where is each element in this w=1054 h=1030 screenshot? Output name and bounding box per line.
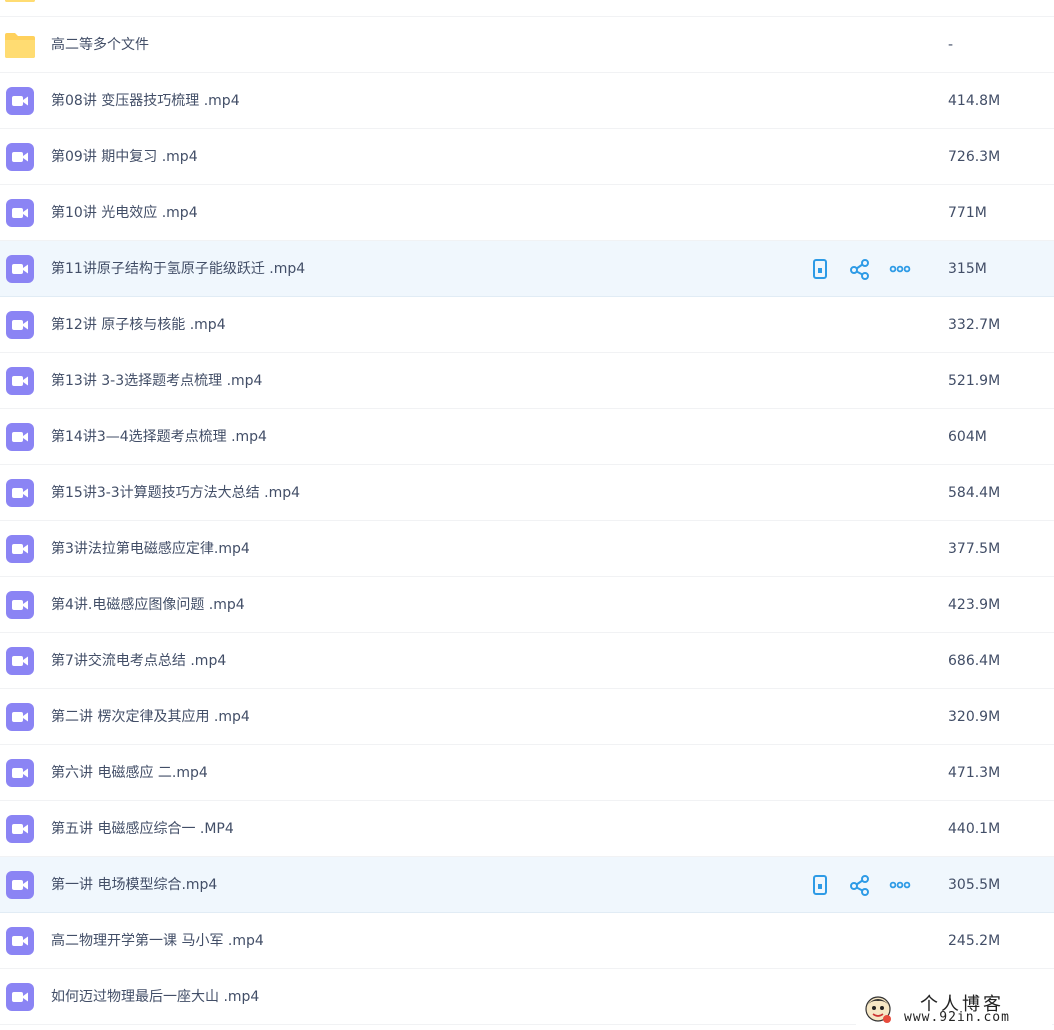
file-row[interactable]: 第13讲 3-3选择题考点梳理 .mp4 521.9M <box>0 353 1054 409</box>
file-name[interactable]: 第五讲 电磁感应综合一 .MP4 <box>51 801 234 857</box>
file-name[interactable]: 高二等多个文件 <box>51 17 149 73</box>
video-file-icon <box>6 535 34 563</box>
video-file-icon <box>6 255 34 283</box>
file-size: 584.4M <box>948 485 1001 501</box>
file-size: 245.2M <box>948 933 1001 949</box>
file-name[interactable]: 高二物理开学第一课 马小军 .mp4 <box>51 913 264 969</box>
row-actions <box>808 873 928 897</box>
file-name[interactable]: 第7讲交流电考点总结 .mp4 <box>51 633 226 689</box>
file-row[interactable]: 第3讲法拉第电磁感应定律.mp4 377.5M <box>0 521 1054 577</box>
file-name[interactable]: 第一讲 电场模型综合.mp4 <box>51 857 217 913</box>
watermark: 个人博客 www.92in.com <box>856 990 1052 1028</box>
video-file-icon <box>6 367 34 395</box>
video-file-icon <box>6 983 34 1011</box>
video-file-icon <box>6 423 34 451</box>
video-file-icon <box>6 143 34 171</box>
file-name[interactable]: 第13讲 3-3选择题考点梳理 .mp4 <box>51 353 262 409</box>
video-file-icon <box>6 591 34 619</box>
watermark-url: www.92in.com <box>904 1010 1010 1025</box>
file-name[interactable]: 如何迈过物理最后一座大山 .mp4 <box>51 969 259 1025</box>
video-file-icon <box>6 871 34 899</box>
file-name[interactable]: 第10讲 光电效应 .mp4 <box>51 185 198 241</box>
file-size: 305.5M <box>948 877 1001 893</box>
file-name[interactable]: 第11讲原子结构于氢原子能级跃迁 .mp4 <box>51 241 305 297</box>
folder-row[interactable] <box>0 0 1054 17</box>
file-row[interactable]: 第7讲交流电考点总结 .mp4 686.4M <box>0 633 1054 689</box>
file-size: - <box>948 37 954 53</box>
video-file-icon <box>6 927 34 955</box>
video-file-icon <box>6 647 34 675</box>
file-row[interactable]: 第六讲 电磁感应 二.mp4 471.3M <box>0 745 1054 801</box>
file-size: 471.3M <box>948 765 1001 781</box>
file-row[interactable]: 第14讲3—4选择题考点梳理 .mp4 604M <box>0 409 1054 465</box>
file-row[interactable]: 第二讲 楞次定律及其应用 .mp4 320.9M <box>0 689 1054 745</box>
video-file-icon <box>6 479 34 507</box>
file-size: 377.5M <box>948 541 1001 557</box>
video-file-icon <box>6 815 34 843</box>
file-list: 高二等多个文件 - 第08讲 变压器技巧梳理 .mp4 414.8M 第09讲 期中复习… <box>0 0 1054 1025</box>
file-size: 771M <box>948 205 987 221</box>
file-size: 440.1M <box>948 821 1001 837</box>
video-file-icon <box>6 199 34 227</box>
share-icon[interactable] <box>848 257 872 281</box>
file-size: 320.9M <box>948 709 1001 725</box>
share-icon[interactable] <box>848 873 872 897</box>
folder-icon <box>5 0 35 2</box>
file-name[interactable]: 第14讲3—4选择题考点梳理 .mp4 <box>51 409 267 465</box>
file-size: 332.7M <box>948 317 1001 333</box>
file-size: 686.4M <box>948 653 1001 669</box>
file-row[interactable]: 高二物理开学第一课 马小军 .mp4 245.2M <box>0 913 1054 969</box>
file-row[interactable]: 第11讲原子结构于氢原子能级跃迁 .mp4 315M <box>0 241 1054 297</box>
file-name[interactable]: 第09讲 期中复习 .mp4 <box>51 129 198 185</box>
file-name[interactable]: 第二讲 楞次定律及其应用 .mp4 <box>51 689 250 745</box>
file-size: 604M <box>948 429 987 445</box>
file-name[interactable]: 第3讲法拉第电磁感应定律.mp4 <box>51 521 250 577</box>
mascot-logo-icon <box>865 996 891 1023</box>
file-row[interactable]: 第一讲 电场模型综合.mp4 305.5M <box>0 857 1054 913</box>
video-file-icon <box>6 759 34 787</box>
row-actions <box>808 257 928 281</box>
file-name[interactable]: 第4讲.电磁感应图像问题 .mp4 <box>51 577 245 633</box>
file-size: 414.8M <box>948 93 1001 109</box>
file-row[interactable]: 第08讲 变压器技巧梳理 .mp4 414.8M <box>0 73 1054 129</box>
file-size: 315M <box>948 261 987 277</box>
file-name[interactable]: 第六讲 电磁感应 二.mp4 <box>51 745 208 801</box>
file-row[interactable]: 第五讲 电磁感应综合一 .MP4 440.1M <box>0 801 1054 857</box>
file-size: 726.3M <box>948 149 1001 165</box>
file-name[interactable]: 第15讲3-3计算题技巧方法大总结 .mp4 <box>51 465 300 521</box>
folder-icon <box>5 33 35 58</box>
phone-icon[interactable] <box>808 873 832 897</box>
more-icon[interactable] <box>888 257 912 281</box>
more-icon[interactable] <box>888 873 912 897</box>
file-name[interactable]: 第08讲 变压器技巧梳理 .mp4 <box>51 73 240 129</box>
file-name[interactable]: 第12讲 原子核与核能 .mp4 <box>51 297 226 353</box>
video-file-icon <box>6 703 34 731</box>
file-row[interactable]: 第10讲 光电效应 .mp4 771M <box>0 185 1054 241</box>
file-row[interactable]: 第4讲.电磁感应图像问题 .mp4 423.9M <box>0 577 1054 633</box>
video-file-icon <box>6 311 34 339</box>
file-size: 423.9M <box>948 597 1001 613</box>
folder-row[interactable]: 高二等多个文件 - <box>0 17 1054 73</box>
file-row[interactable]: 第09讲 期中复习 .mp4 726.3M <box>0 129 1054 185</box>
phone-icon[interactable] <box>808 257 832 281</box>
video-file-icon <box>6 87 34 115</box>
file-row[interactable]: 第12讲 原子核与核能 .mp4 332.7M <box>0 297 1054 353</box>
file-row[interactable]: 第15讲3-3计算题技巧方法大总结 .mp4 584.4M <box>0 465 1054 521</box>
file-size: 521.9M <box>948 373 1001 389</box>
